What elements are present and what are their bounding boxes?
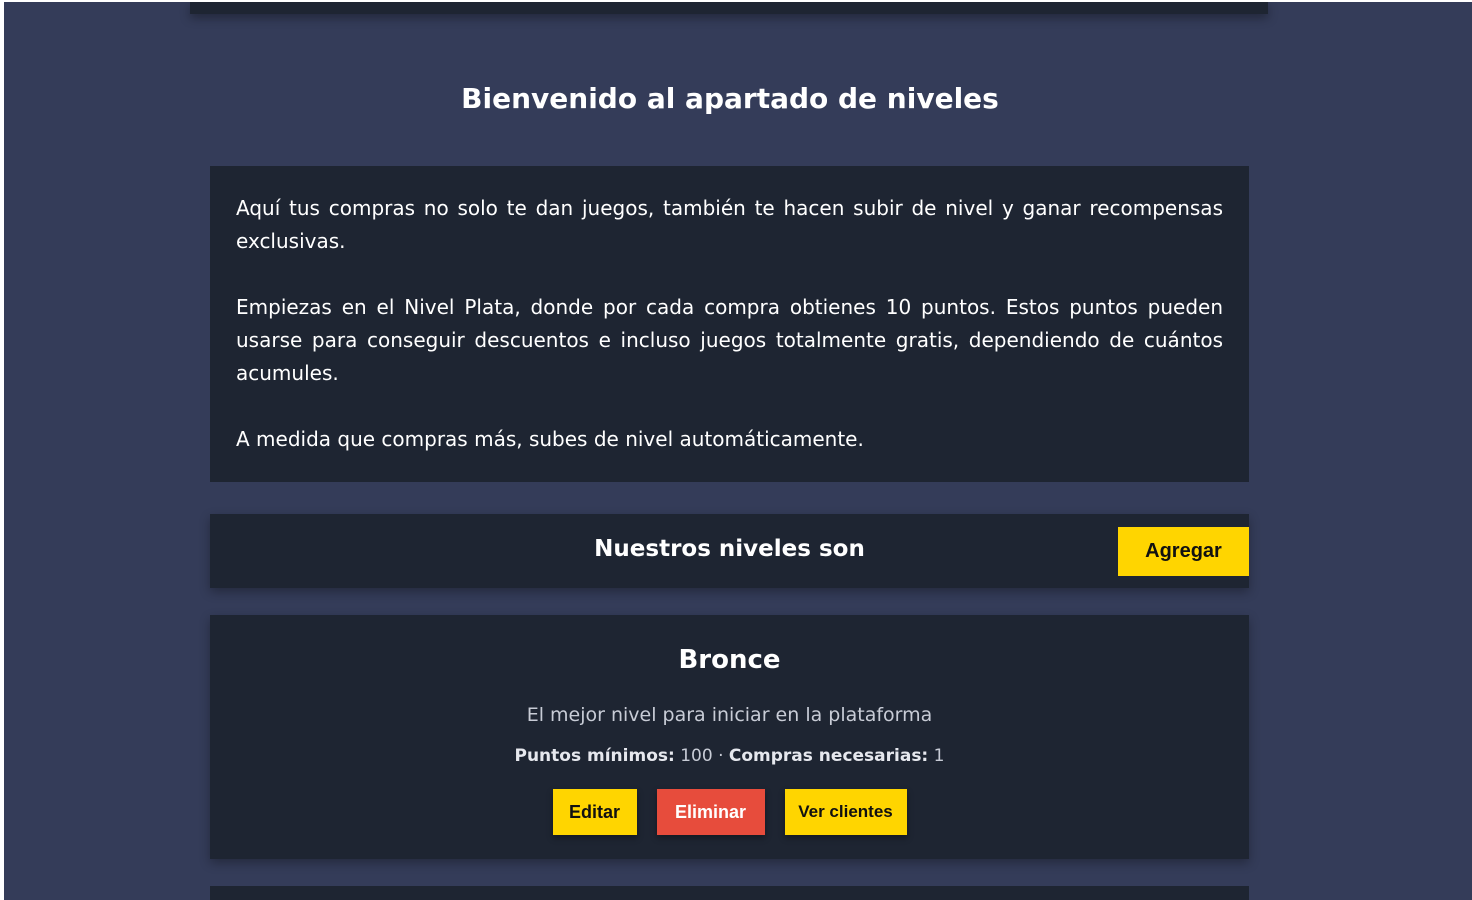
stats-separator: · (718, 746, 724, 766)
page: Bienvenido al apartado de niveles Aquí t… (4, 2, 1472, 900)
min-points-value: 100 (680, 746, 713, 766)
level-name: Bronce (678, 645, 781, 675)
purchases-label: Compras necesarias: (728, 746, 929, 766)
add-level-button[interactable]: Agregar (1118, 527, 1249, 576)
levels-header: Nuestros niveles son Agregar (210, 514, 1249, 588)
intro-paragraph-2: Empiezas en el Nivel Plata, donde por ca… (236, 295, 1223, 385)
purchases-value: 1 (933, 746, 945, 766)
level-description: El mejor nivel para iniciar en la plataf… (526, 704, 933, 726)
level-stats: Puntos mínimos: 100 · Compras necesarias… (210, 746, 1249, 766)
level-card: Bronce El mejor nivel para iniciar en la… (210, 615, 1249, 859)
min-points-label: Puntos mínimos: (514, 746, 675, 766)
view-clients-button[interactable]: Ver clientes (784, 789, 907, 835)
edit-level-button[interactable]: Editar (552, 789, 637, 835)
level-actions: Editar Eliminar Ver clientes (210, 789, 1249, 835)
intro-paragraph-3: A medida que compras más, subes de nivel… (236, 427, 864, 451)
levels-section-title: Nuestros niveles son (594, 536, 865, 562)
page-title: Bienvenido al apartado de niveles (461, 82, 999, 115)
top-navbar (190, 2, 1268, 14)
delete-level-button[interactable]: Eliminar (656, 789, 765, 835)
intro-paragraph-1: Aquí tus compras no solo te dan juegos, … (236, 196, 1223, 253)
levels-intro-box: Aquí tus compras no solo te dan juegos, … (210, 166, 1249, 482)
level-card (210, 886, 1249, 900)
